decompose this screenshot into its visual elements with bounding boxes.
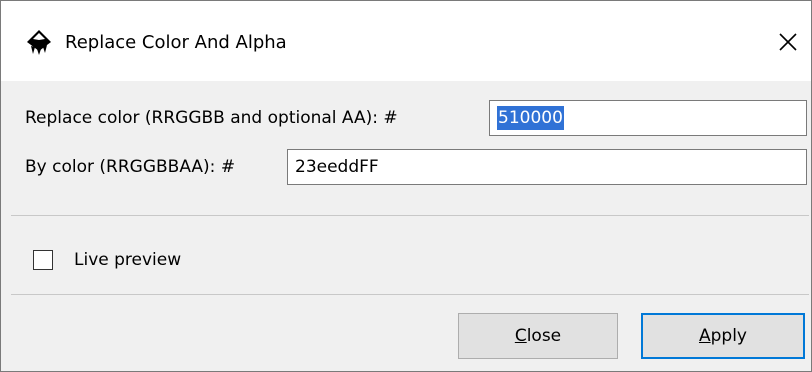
apply-button-mnemonic: A xyxy=(698,326,711,346)
separator-top xyxy=(11,215,809,216)
inkscape-icon xyxy=(27,30,51,55)
live-preview-checkbox[interactable] xyxy=(33,250,53,270)
replace-color-label: Replace color (RRGGBB and optional AA): … xyxy=(25,108,398,128)
live-preview-row[interactable]: Live preview xyxy=(33,248,181,272)
by-color-row: By color (RRGGBBAA): # xyxy=(25,147,243,187)
title-bar: Replace Color And Alpha xyxy=(1,1,811,81)
by-color-value: 23eeddFF xyxy=(295,157,379,177)
replace-color-value: 510000 xyxy=(497,106,564,130)
replace-color-row: Replace color (RRGGBB and optional AA): … xyxy=(25,98,406,138)
apply-button-label: pply xyxy=(710,326,747,346)
replace-color-input[interactable]: 510000 xyxy=(489,100,807,136)
apply-button[interactable]: Apply xyxy=(641,313,805,359)
dialog-window: Replace Color And Alpha Replace color (R… xyxy=(0,0,812,372)
separator-bottom xyxy=(11,294,809,295)
close-button[interactable]: Close xyxy=(458,313,618,359)
live-preview-label[interactable]: Live preview xyxy=(74,248,181,272)
close-button-label: lose xyxy=(526,326,562,346)
dialog-title: Replace Color And Alpha xyxy=(65,32,287,53)
by-color-label: By color (RRGGBBAA): # xyxy=(25,157,236,177)
close-icon[interactable] xyxy=(771,25,805,59)
close-button-mnemonic: C xyxy=(514,326,527,346)
by-color-input[interactable]: 23eeddFF xyxy=(287,149,807,185)
